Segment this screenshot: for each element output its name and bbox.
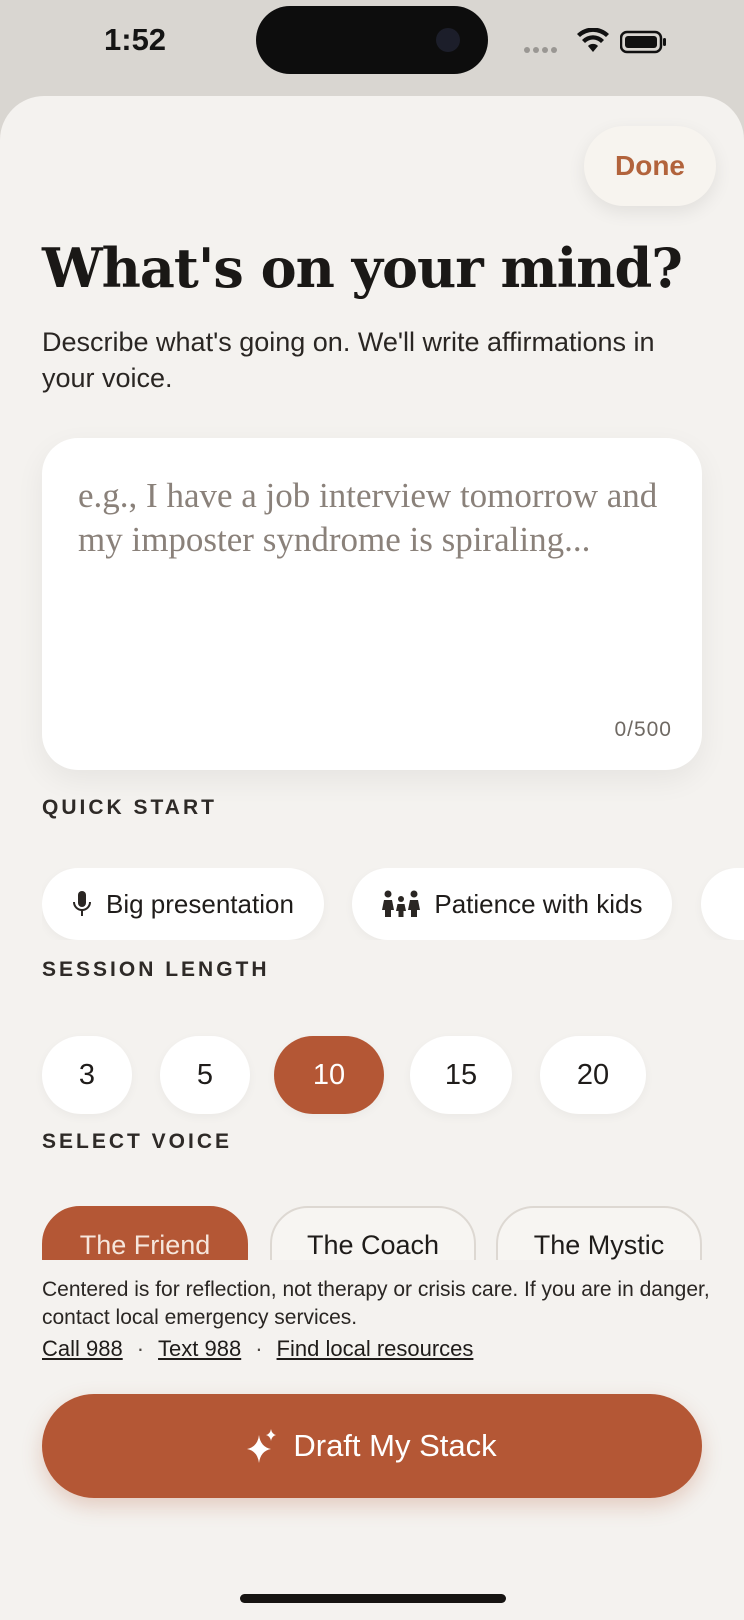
status-time: 1:52 <box>104 22 167 57</box>
length-option-3[interactable]: 3 <box>42 1036 132 1114</box>
battery-icon <box>620 30 666 54</box>
find-local-resources-link[interactable]: Find local resources <box>277 1336 474 1361</box>
voice-option-mystic[interactable]: The Mystic <box>496 1206 702 1260</box>
cta-label: Draft My Stack <box>293 1428 497 1463</box>
dynamic-island <box>256 6 488 74</box>
chip-patience-with-kids[interactable]: Patience with kids <box>352 868 673 940</box>
link-separator: · <box>136 1336 145 1361</box>
voice-option-friend[interactable]: The Friend <box>42 1206 248 1260</box>
chip-label: Big presentation <box>106 888 294 919</box>
voice-options: The Friend The Coach The Mystic <box>42 1206 702 1260</box>
chip-big-presentation[interactable]: Big presentation <box>42 868 324 940</box>
crisis-links: Call 988 · Text 988 · Find local resources <box>42 1336 473 1362</box>
family-icon <box>382 890 421 918</box>
status-icons <box>524 28 684 58</box>
chip-more[interactable] <box>700 868 744 940</box>
home-indicator <box>240 1594 506 1603</box>
page-title: What's on your mind? <box>42 236 683 300</box>
length-option-20[interactable]: 20 <box>540 1036 646 1114</box>
status-bar: 1:52 <box>0 0 744 90</box>
draft-my-stack-button[interactable]: Draft My Stack <box>42 1394 702 1498</box>
sparkle-icon <box>247 1429 277 1463</box>
voice-option-coach[interactable]: The Coach <box>270 1206 476 1260</box>
page-subtitle: Describe what's going on. We'll write af… <box>42 327 655 393</box>
chip-label: Patience with kids <box>434 888 643 919</box>
camera-icon <box>436 28 460 52</box>
length-option-5[interactable]: 5 <box>160 1036 250 1114</box>
quick-start-label: QUICK START <box>42 796 217 819</box>
length-option-10[interactable]: 10 <box>274 1036 384 1114</box>
character-counter: 0/500 <box>614 718 672 741</box>
situation-input[interactable] <box>78 474 678 684</box>
length-option-15[interactable]: 15 <box>410 1036 512 1114</box>
wifi-icon <box>577 28 609 52</box>
microphone-icon <box>72 890 92 918</box>
compose-sheet: Done What's on your mind? Describe what'… <box>0 96 744 1620</box>
done-button[interactable]: Done <box>584 126 716 206</box>
input-card: 0/500 <box>42 438 702 770</box>
select-voice-label: SELECT VOICE <box>42 1130 233 1153</box>
signal-dots-icon <box>524 40 560 58</box>
safety-disclaimer: Centered is for reflection, not therapy … <box>42 1278 710 1329</box>
text-988-link[interactable]: Text 988 <box>158 1336 241 1361</box>
phone-screen: 1:52 Done What's on your mind? Describe … <box>0 0 744 1620</box>
session-length-label: SESSION LENGTH <box>42 958 270 981</box>
call-988-link[interactable]: Call 988 <box>42 1336 123 1361</box>
link-separator: · <box>255 1336 263 1361</box>
quick-start-chips: Big presentation Patience with kids <box>42 868 744 940</box>
